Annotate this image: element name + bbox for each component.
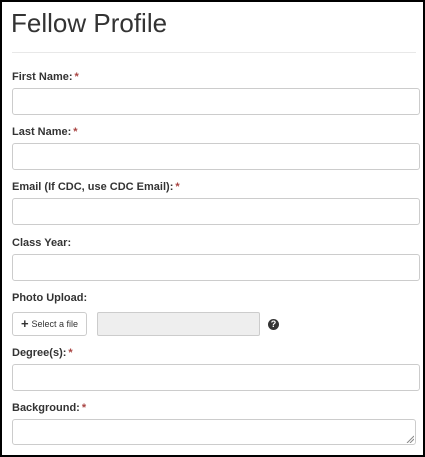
background-label-text: Background: (12, 402, 80, 414)
required-marker: * (74, 71, 79, 83)
email-label: Email (If CDC, use CDC Email): * (12, 180, 180, 194)
photo-upload-label: Photo Upload: (12, 291, 87, 305)
last-name-input[interactable] (12, 143, 420, 170)
required-marker: * (68, 347, 73, 359)
select-file-button-label: Select a file (31, 319, 79, 329)
background-textarea[interactable] (12, 419, 416, 445)
photo-upload-label-text: Photo Upload: (12, 292, 88, 304)
class-year-label: Class Year: (12, 236, 71, 250)
required-marker: * (73, 126, 78, 138)
last-name-label-text: Last Name: (12, 126, 72, 138)
title-divider (12, 52, 416, 53)
class-year-input[interactable] (12, 254, 420, 281)
resize-grip-icon[interactable] (406, 435, 414, 443)
question-circle-icon[interactable]: ? (268, 319, 279, 330)
degrees-input[interactable] (12, 364, 420, 391)
select-file-button[interactable]: + Select a file (12, 312, 87, 336)
form-window: Fellow Profile First Name: * Last Name: * … (0, 0, 425, 457)
background-label: Background: * (12, 401, 86, 415)
degrees-label: Degree(s): * (12, 346, 73, 360)
last-name-label: Last Name: * (12, 125, 78, 139)
first-name-input[interactable] (12, 88, 420, 115)
required-marker: * (81, 402, 87, 414)
first-name-label-text: First Name: (12, 71, 73, 83)
email-label-text: Email (If CDC, use CDC Email): (12, 181, 174, 193)
required-marker: * (175, 181, 180, 193)
class-year-label-text: Class Year: (12, 237, 72, 249)
page-title: Fellow Profile (11, 8, 168, 38)
plus-icon: + (20, 316, 29, 331)
first-name-label: First Name: * (12, 70, 79, 84)
degrees-label-text: Degree(s): (12, 347, 67, 359)
file-name-field (97, 312, 260, 336)
email-input[interactable] (12, 198, 420, 225)
